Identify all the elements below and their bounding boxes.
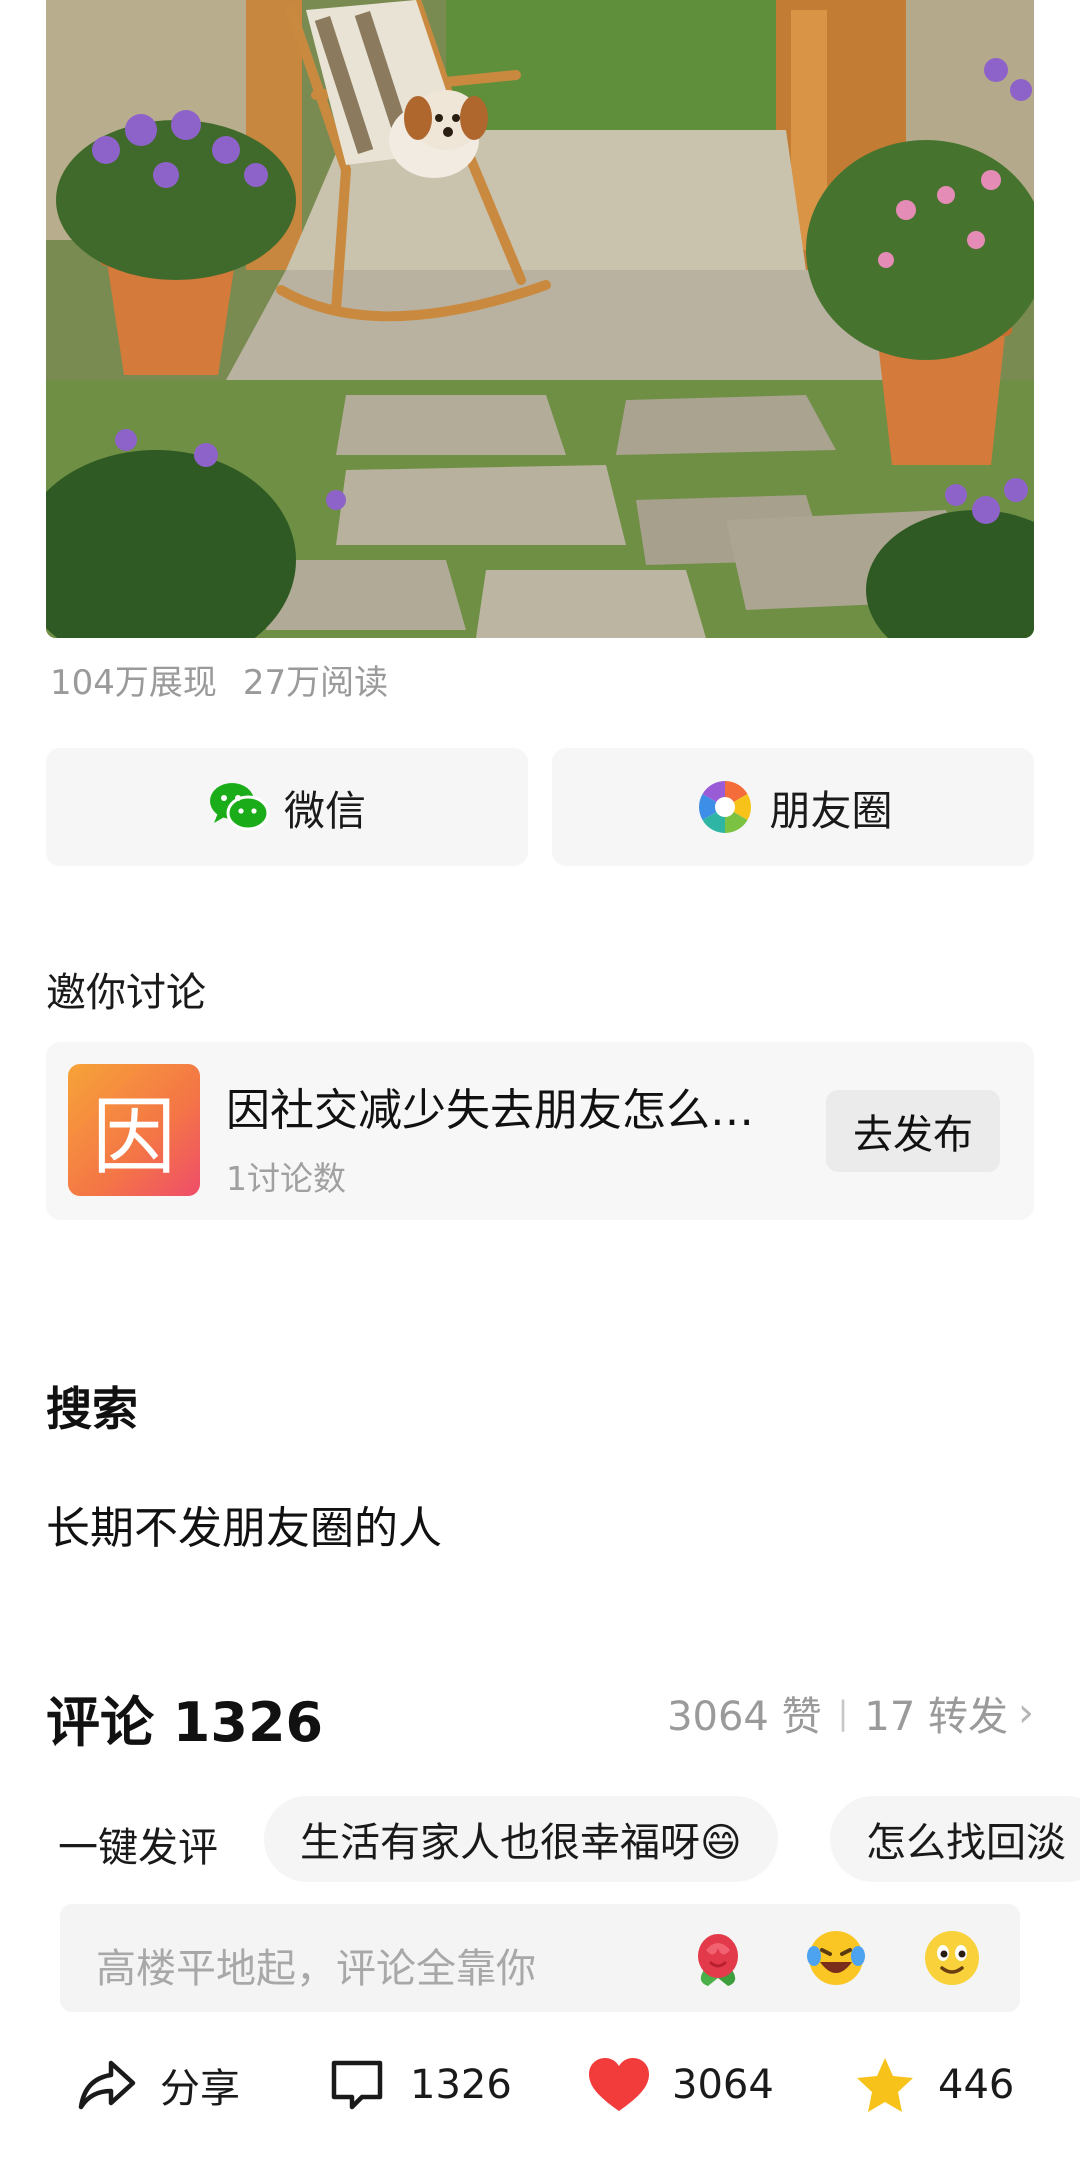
comments-heading: 评论 1326 bbox=[46, 1691, 324, 1754]
post-stats: 104万展现 27万阅读 bbox=[50, 655, 388, 704]
share-action[interactable]: 分享 bbox=[76, 2050, 240, 2120]
comment-input[interactable]: 高楼平地起，评论全靠你 bbox=[60, 1904, 1020, 2012]
reposts-summary: 17 转发 bbox=[864, 1694, 1008, 1740]
post-image[interactable] bbox=[46, 0, 1034, 638]
like-action[interactable]: 3064 bbox=[588, 2050, 774, 2120]
comment-action-count: 1326 bbox=[410, 2062, 512, 2108]
topic-thumbnail-glyph: 因 bbox=[91, 1087, 176, 1186]
moments-aperture-icon bbox=[694, 776, 756, 838]
likes-summary: 3064 赞 bbox=[667, 1694, 822, 1740]
topic-title: 因社交减少失去朋友怎么… bbox=[226, 1085, 754, 1136]
quick-comment-chip[interactable]: 生活有家人也很幸福呀😄 bbox=[264, 1796, 778, 1882]
search-heading: 搜索 bbox=[46, 1382, 138, 1436]
topic-thumbnail: 因 bbox=[68, 1064, 200, 1196]
topic-card[interactable]: 因 因社交减少失去朋友怎么… 1讨论数 去发布 bbox=[46, 1042, 1034, 1220]
favorite-action[interactable]: 446 bbox=[854, 2050, 1014, 2120]
search-suggestion-link[interactable]: 长期不发朋友圈的人 bbox=[46, 1492, 442, 1556]
comment-placeholder: 高楼平地起，评论全靠你 bbox=[96, 1946, 536, 1992]
topic-discussion-count: 1讨论数 bbox=[226, 1159, 346, 1198]
share-wechat-label: 微信 bbox=[284, 787, 366, 835]
views-count: 104万展现 bbox=[50, 663, 217, 703]
share-arrow-icon bbox=[76, 2054, 138, 2116]
rose-icon[interactable] bbox=[686, 1926, 750, 1990]
invite-discussion-label: 邀你讨论 bbox=[46, 970, 206, 1016]
favorite-action-count: 446 bbox=[938, 2062, 1015, 2108]
comment-action[interactable]: 1326 bbox=[326, 2050, 512, 2120]
garden-scene-illustration bbox=[46, 0, 1034, 638]
engagement-summary[interactable]: 3064 赞 | 17 转发 › bbox=[667, 1684, 1034, 1742]
heart-icon bbox=[588, 2054, 650, 2116]
like-action-count: 3064 bbox=[672, 2062, 774, 2108]
share-moments-label: 朋友圈 bbox=[769, 787, 893, 835]
separator-divider: | bbox=[837, 1694, 849, 1732]
star-icon bbox=[854, 2054, 916, 2116]
share-wechat-button[interactable]: 微信 bbox=[46, 748, 528, 866]
quick-comment-label: 一键发评 bbox=[58, 1825, 218, 1871]
chevron-right-icon: › bbox=[1018, 1690, 1034, 1736]
smiling-face-icon[interactable] bbox=[920, 1926, 984, 1990]
laughing-crying-icon[interactable] bbox=[804, 1926, 868, 1990]
share-action-label: 分享 bbox=[160, 2066, 240, 2112]
share-moments-button[interactable]: 朋友圈 bbox=[552, 748, 1034, 866]
publish-button[interactable]: 去发布 bbox=[826, 1090, 1000, 1172]
quick-comment-chip[interactable]: 怎么找回淡 bbox=[830, 1796, 1080, 1882]
comment-bubble-icon bbox=[326, 2054, 388, 2116]
wechat-icon bbox=[208, 776, 270, 838]
reads-count: 27万阅读 bbox=[242, 663, 389, 703]
